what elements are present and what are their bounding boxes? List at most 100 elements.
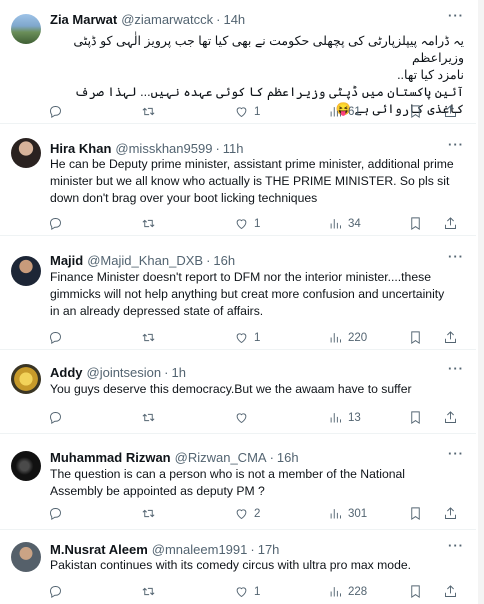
retweet-button[interactable]	[141, 216, 161, 231]
like-button[interactable]: 1	[234, 104, 260, 119]
tweet-text: You guys deserve this democracy.But we t…	[50, 381, 464, 398]
user-handle[interactable]: @Rizwan_CMA	[175, 450, 267, 465]
user-handle[interactable]: @ziamarwatcck	[121, 12, 213, 27]
tweet-text-line: in an already depressed state of affairs…	[50, 304, 264, 318]
display-name[interactable]: M.Nusrat Aleem	[50, 542, 148, 557]
avatar[interactable]	[11, 256, 41, 286]
tweet-text-line: down don't brag over your boot licking t…	[50, 191, 318, 205]
heart-icon	[236, 107, 247, 118]
tweet[interactable]: Hira Khan @misskhan9599 · 11h ··· He can…	[0, 124, 476, 236]
tweet[interactable]: Muhammad Rizwan @Rizwan_CMA · 16h ··· Th…	[0, 434, 476, 530]
like-button[interactable]: 2	[234, 506, 260, 521]
tweet[interactable]: Addy @jointsesion · 1h ··· You guys dese…	[0, 350, 476, 434]
share-button[interactable]	[443, 216, 458, 231]
like-count: 1	[254, 585, 261, 598]
tweet-text-line: یہ ڈرامہ پیپلزپارٹی کی پچھلی حکومت نے بھ…	[73, 34, 464, 65]
share-button[interactable]	[443, 104, 458, 119]
retweet-icon	[142, 107, 155, 116]
tweet-text-line: Finance Minister doesn't report to DFM n…	[50, 270, 431, 284]
separator-dot: ·	[216, 11, 221, 27]
views-button[interactable]: 13	[328, 410, 361, 425]
reply-button[interactable]	[48, 584, 68, 599]
reply-button[interactable]	[48, 506, 68, 521]
bookmark-button[interactable]	[408, 410, 423, 425]
timestamp[interactable]: 16h	[277, 450, 299, 465]
reply-button[interactable]	[48, 104, 68, 119]
retweet-button[interactable]	[141, 104, 161, 119]
timestamp[interactable]: 16h	[213, 253, 235, 268]
tweet-text: Pakistan continues with its comedy circu…	[50, 557, 464, 574]
bookmark-button[interactable]	[408, 584, 423, 599]
like-button[interactable]: 1	[234, 216, 260, 231]
display-name[interactable]: Hira Khan	[50, 141, 111, 156]
reply-button[interactable]	[48, 330, 68, 345]
views-chart-icon	[330, 587, 341, 597]
retweet-button[interactable]	[141, 410, 161, 425]
views-chart-icon	[330, 333, 341, 343]
share-button[interactable]	[443, 410, 458, 425]
timestamp[interactable]: 1h	[171, 365, 185, 380]
tweet[interactable]: Zia Marwat @ziamarwatcck · 14h ··· یہ ڈر…	[0, 0, 476, 124]
views-button[interactable]: 301	[328, 506, 367, 521]
timestamp[interactable]: 11h	[223, 141, 244, 156]
more-options-icon[interactable]: ···	[448, 361, 464, 376]
bookmark-button[interactable]	[408, 506, 423, 521]
avatar[interactable]	[11, 451, 41, 481]
reply-button[interactable]	[48, 216, 68, 231]
retweet-button[interactable]	[141, 330, 161, 345]
display-name[interactable]: Majid	[50, 253, 83, 268]
share-button[interactable]	[443, 584, 458, 599]
heart-icon	[236, 587, 247, 598]
separator-dot: ·	[164, 364, 169, 380]
avatar[interactable]	[11, 138, 41, 168]
retweet-button[interactable]	[141, 506, 161, 521]
tweet-header: Majid @Majid_Khan_DXB · 16h ···	[50, 249, 464, 269]
user-handle[interactable]: @Majid_Khan_DXB	[87, 253, 203, 268]
scrollbar[interactable]	[478, 0, 484, 604]
views-button[interactable]: 220	[328, 330, 367, 345]
more-options-icon[interactable]: ···	[448, 137, 464, 152]
timestamp[interactable]: 14h	[223, 12, 245, 27]
more-options-icon[interactable]: ···	[448, 538, 464, 553]
more-options-icon[interactable]: ···	[448, 249, 464, 264]
timestamp[interactable]: 17h	[258, 542, 280, 557]
separator-dot: ·	[250, 541, 255, 557]
views-button[interactable]: 61	[328, 104, 361, 119]
avatar[interactable]	[11, 542, 41, 572]
reply-button[interactable]	[48, 410, 68, 425]
tweet-header: Addy @jointsesion · 1h ···	[50, 361, 464, 381]
retweet-button[interactable]	[141, 584, 161, 599]
bookmark-button[interactable]	[408, 216, 423, 231]
view-count: 220	[348, 331, 368, 344]
user-handle[interactable]: @mnaleem1991	[152, 542, 248, 557]
tweet-header: Muhammad Rizwan @Rizwan_CMA · 16h ···	[50, 446, 464, 466]
reply-icon	[50, 586, 61, 598]
bookmark-button[interactable]	[408, 330, 423, 345]
share-button[interactable]	[443, 330, 458, 345]
tweet[interactable]: M.Nusrat Aleem @mnaleem1991 · 17h ··· Pa…	[0, 530, 476, 604]
views-button[interactable]: 34	[328, 216, 361, 231]
avatar[interactable]	[11, 14, 41, 44]
avatar[interactable]	[11, 364, 41, 394]
like-button[interactable]: 1	[234, 584, 260, 599]
user-handle[interactable]: @jointsesion	[87, 365, 162, 380]
tweet[interactable]: Majid @Majid_Khan_DXB · 16h ··· Finance …	[0, 236, 476, 350]
reply-icon	[50, 332, 61, 344]
tweet-actions: 13	[48, 410, 462, 426]
tweet-header: Hira Khan @misskhan9599 · 11h ···	[50, 137, 464, 157]
separator-dot: ·	[215, 140, 220, 156]
share-button[interactable]	[443, 506, 458, 521]
views-button[interactable]: 228	[328, 584, 367, 599]
display-name[interactable]: Addy	[50, 365, 83, 380]
heart-icon	[236, 333, 247, 344]
like-button[interactable]: 1	[234, 330, 260, 345]
user-handle[interactable]: @misskhan9599	[115, 141, 212, 156]
share-icon	[445, 217, 456, 229]
display-name[interactable]: Zia Marwat	[50, 12, 117, 27]
more-options-icon[interactable]: ···	[448, 446, 464, 461]
share-icon	[445, 331, 456, 343]
like-button[interactable]	[234, 410, 254, 425]
bookmark-button[interactable]	[408, 104, 423, 119]
display-name[interactable]: Muhammad Rizwan	[50, 450, 171, 465]
more-options-icon[interactable]: ···	[448, 8, 464, 23]
